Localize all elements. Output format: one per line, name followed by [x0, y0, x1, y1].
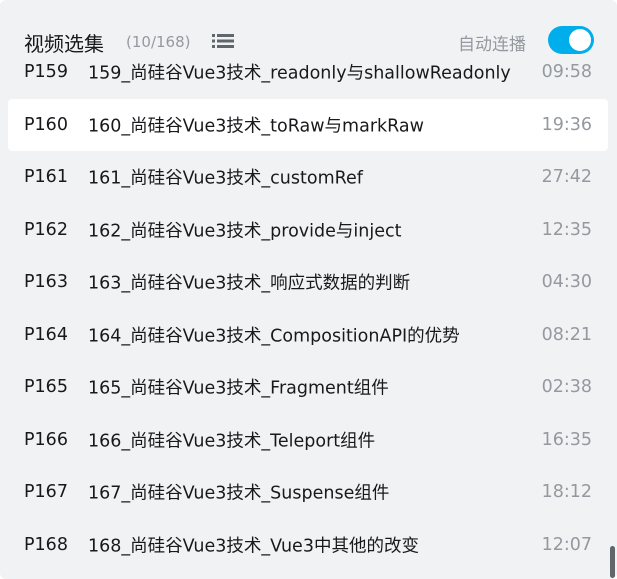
- episode-duration: 19:36: [541, 114, 592, 135]
- episode-title: 163_尚硅谷Vue3技术_响应式数据的判断: [88, 273, 411, 294]
- episode-duration: 08:21: [541, 324, 592, 345]
- episode-item[interactable]: P166 166_尚硅谷Vue3技术_Teleport组件 16:35: [8, 414, 608, 467]
- episode-number: P167: [24, 482, 68, 503]
- episode-title: 162_尚硅谷Vue3技术_provide与inject: [88, 221, 402, 242]
- episode-item[interactable]: P165 165_尚硅谷Vue3技术_Fragment组件 02:38: [8, 361, 608, 414]
- episode-title: 166_尚硅谷Vue3技术_Teleport组件: [88, 431, 376, 452]
- episode-item[interactable]: P163 163_尚硅谷Vue3技术_响应式数据的判断 04:30: [8, 256, 608, 309]
- episode-number: P163: [24, 272, 68, 293]
- episode-number: P162: [24, 219, 68, 240]
- episode-duration: 12:35: [541, 219, 592, 240]
- episode-number: P164: [24, 324, 68, 345]
- episode-number: P160: [24, 114, 68, 135]
- episode-number: P168: [24, 534, 68, 555]
- episode-title: 164_尚硅谷Vue3技术_CompositionAPI的优势: [88, 326, 460, 347]
- episode-duration: 16:35: [541, 429, 592, 450]
- episode-number: P161: [24, 167, 68, 188]
- episode-duration: 02:38: [541, 377, 592, 398]
- episode-item[interactable]: P159 159_尚硅谷Vue3技术_readonly与shallowReadon…: [8, 46, 608, 99]
- episode-number: P166: [24, 429, 68, 450]
- episode-duration: 09:58: [541, 62, 592, 83]
- episode-title: 167_尚硅谷Vue3技术_Suspense组件: [88, 483, 390, 504]
- episode-title: 160_尚硅谷Vue3技术_toRaw与markRaw: [88, 116, 424, 137]
- episode-title: 168_尚硅谷Vue3技术_Vue3中其他的改变: [88, 536, 419, 557]
- episode-number: P159: [24, 62, 68, 83]
- episode-item[interactable]: P160 160_尚硅谷Vue3技术_toRaw与markRaw 19:36: [8, 98, 608, 151]
- episode-duration: 27:42: [541, 167, 592, 188]
- episode-list-panel: 视频选集 (10/168) 自动连播 P159 159_尚硅谷Vue3技术_rea…: [0, 0, 617, 579]
- episode-item[interactable]: P168 168_尚硅谷Vue3技术_Vue3中其他的改变 12:07: [8, 519, 608, 572]
- episode-item[interactable]: P161 161_尚硅谷Vue3技术_customRef 27:42: [8, 151, 608, 204]
- episode-number: P165: [24, 377, 68, 398]
- episode-duration: 18:12: [541, 482, 592, 503]
- episode-title: 161_尚硅谷Vue3技术_customRef: [88, 168, 363, 189]
- episode-list: P159 159_尚硅谷Vue3技术_readonly与shallowReadon…: [8, 46, 608, 571]
- episode-item[interactable]: P162 162_尚硅谷Vue3技术_provide与inject 12:35: [8, 204, 608, 257]
- episode-duration: 04:30: [541, 272, 592, 293]
- episode-duration: 12:07: [541, 534, 592, 555]
- episode-item[interactable]: P167 167_尚硅谷Vue3技术_Suspense组件 18:12: [8, 466, 608, 519]
- episode-item[interactable]: P164 164_尚硅谷Vue3技术_CompositionAPI的优势 08:21: [8, 309, 608, 362]
- episode-title: 159_尚硅谷Vue3技术_readonly与shallowReadonly: [88, 63, 511, 84]
- scrollbar-thumb[interactable]: [610, 546, 615, 578]
- episode-title: 165_尚硅谷Vue3技术_Fragment组件: [88, 378, 389, 399]
